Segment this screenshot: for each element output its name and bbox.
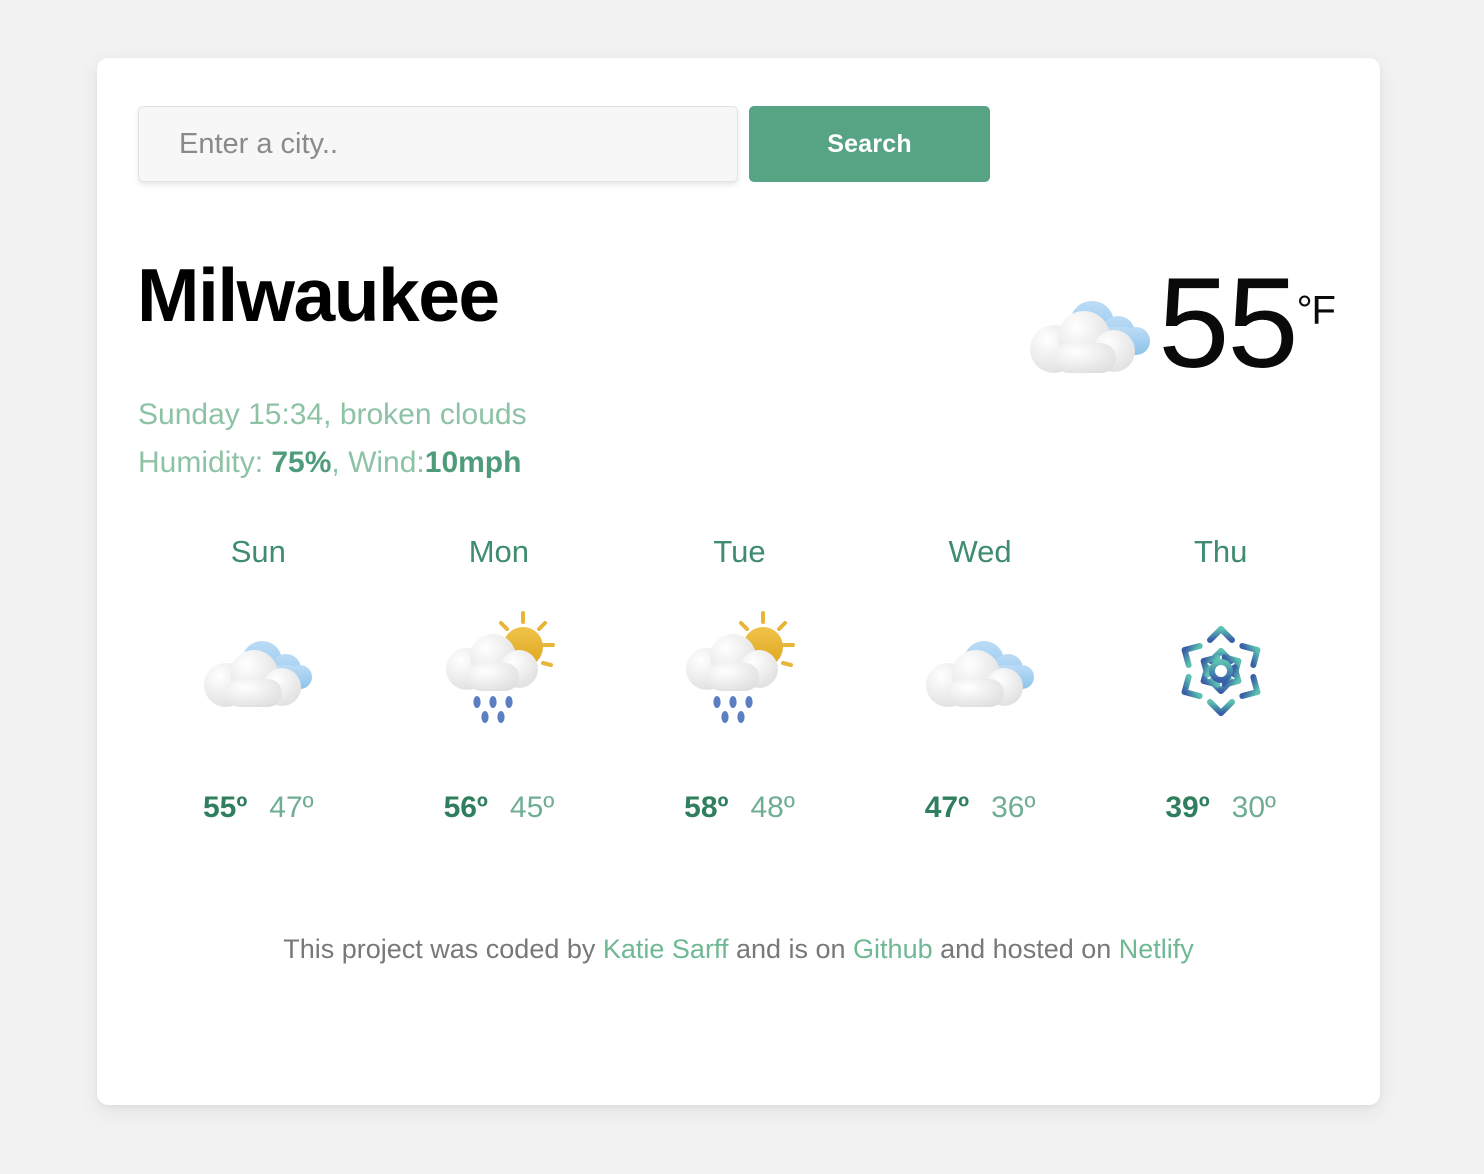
page-title: Milwaukee (137, 253, 500, 337)
forecast-day-label: Mon (468, 534, 530, 569)
forecast-min: 45º (509, 791, 555, 824)
current-temperature-value: 55 (1158, 252, 1298, 395)
forecast-temps: 47º 36º (925, 791, 1036, 825)
date-and-description: Sunday 15:34, broken clouds (138, 398, 527, 431)
sun-behind-rain-cloud-icon (675, 609, 803, 729)
forecast-temps: 56º 45º (444, 791, 555, 825)
search-form: Search (138, 106, 990, 182)
app-page: Search Milwaukee Sunday 15:34, broken cl… (0, 0, 1484, 1174)
netlify-link[interactable]: Netlify (1119, 934, 1194, 964)
forecast-max: 56º (443, 791, 488, 824)
forecast-day-label: Sun (230, 534, 286, 569)
wind-label: , Wind: (331, 446, 425, 479)
forecast-min: 47º (269, 791, 314, 824)
humidity-wind-line: Humidity: 75%, Wind:10mph (138, 439, 527, 487)
current-conditions: Sunday 15:34, broken clouds Humidity: 75… (138, 391, 527, 487)
forecast-row: Sun 55º 47º Mon 56º 45º Tue 58º 48º Wed … (138, 536, 1341, 825)
wind-value: 10mph (424, 446, 522, 479)
forecast-max: 47º (924, 791, 970, 824)
forecast-min: 48º (750, 791, 795, 824)
author-link[interactable]: Katie Sarff (603, 934, 729, 964)
forecast-day-label: Tue (713, 534, 766, 569)
search-input[interactable] (138, 106, 738, 182)
forecast-max: 58º (684, 791, 729, 824)
forecast-day-1: Mon 56º 45º (379, 536, 620, 825)
humidity-label: Humidity: (138, 446, 272, 479)
forecast-temps: 58º 48º (684, 791, 795, 825)
forecast-day-2: Tue 58º 48º (619, 536, 860, 825)
forecast-temps: 39º 30º (1165, 791, 1276, 825)
snowflake-icon (1157, 609, 1285, 729)
footer-text-1: This project was coded by (283, 934, 603, 964)
sun-behind-rain-cloud-icon (435, 609, 563, 729)
github-link[interactable]: Github (853, 934, 933, 964)
forecast-day-label: Wed (948, 534, 1012, 569)
forecast-max: 39º (1165, 791, 1210, 824)
footer-credit: This project was coded by Katie Sarff an… (97, 934, 1380, 965)
footer-text-3: and hosted on (932, 934, 1119, 964)
forecast-min: 36º (991, 791, 1036, 824)
forecast-day-4: Thu 39º 30º (1100, 536, 1341, 825)
forecast-day-label: Thu (1193, 534, 1248, 569)
weather-card: Search Milwaukee Sunday 15:34, broken cl… (97, 58, 1380, 1105)
footer-text-2: and is on (728, 934, 854, 964)
temperature-unit: °F (1296, 288, 1336, 333)
forecast-day-0: Sun 55º 47º (138, 536, 379, 825)
search-button[interactable]: Search (749, 106, 990, 182)
forecast-day-3: Wed 47º 36º (860, 536, 1101, 825)
forecast-max: 55º (202, 791, 248, 824)
forecast-min: 30º (1231, 791, 1276, 824)
broken-clouds-icon (916, 609, 1044, 729)
broken-clouds-icon (1018, 281, 1158, 391)
current-temperature: 55°F (1158, 260, 1336, 388)
current-temperature-block: 55°F (1018, 260, 1336, 391)
forecast-temps: 55º 47º (203, 791, 314, 825)
broken-clouds-icon (194, 609, 322, 729)
humidity-value: 75% (271, 446, 332, 479)
